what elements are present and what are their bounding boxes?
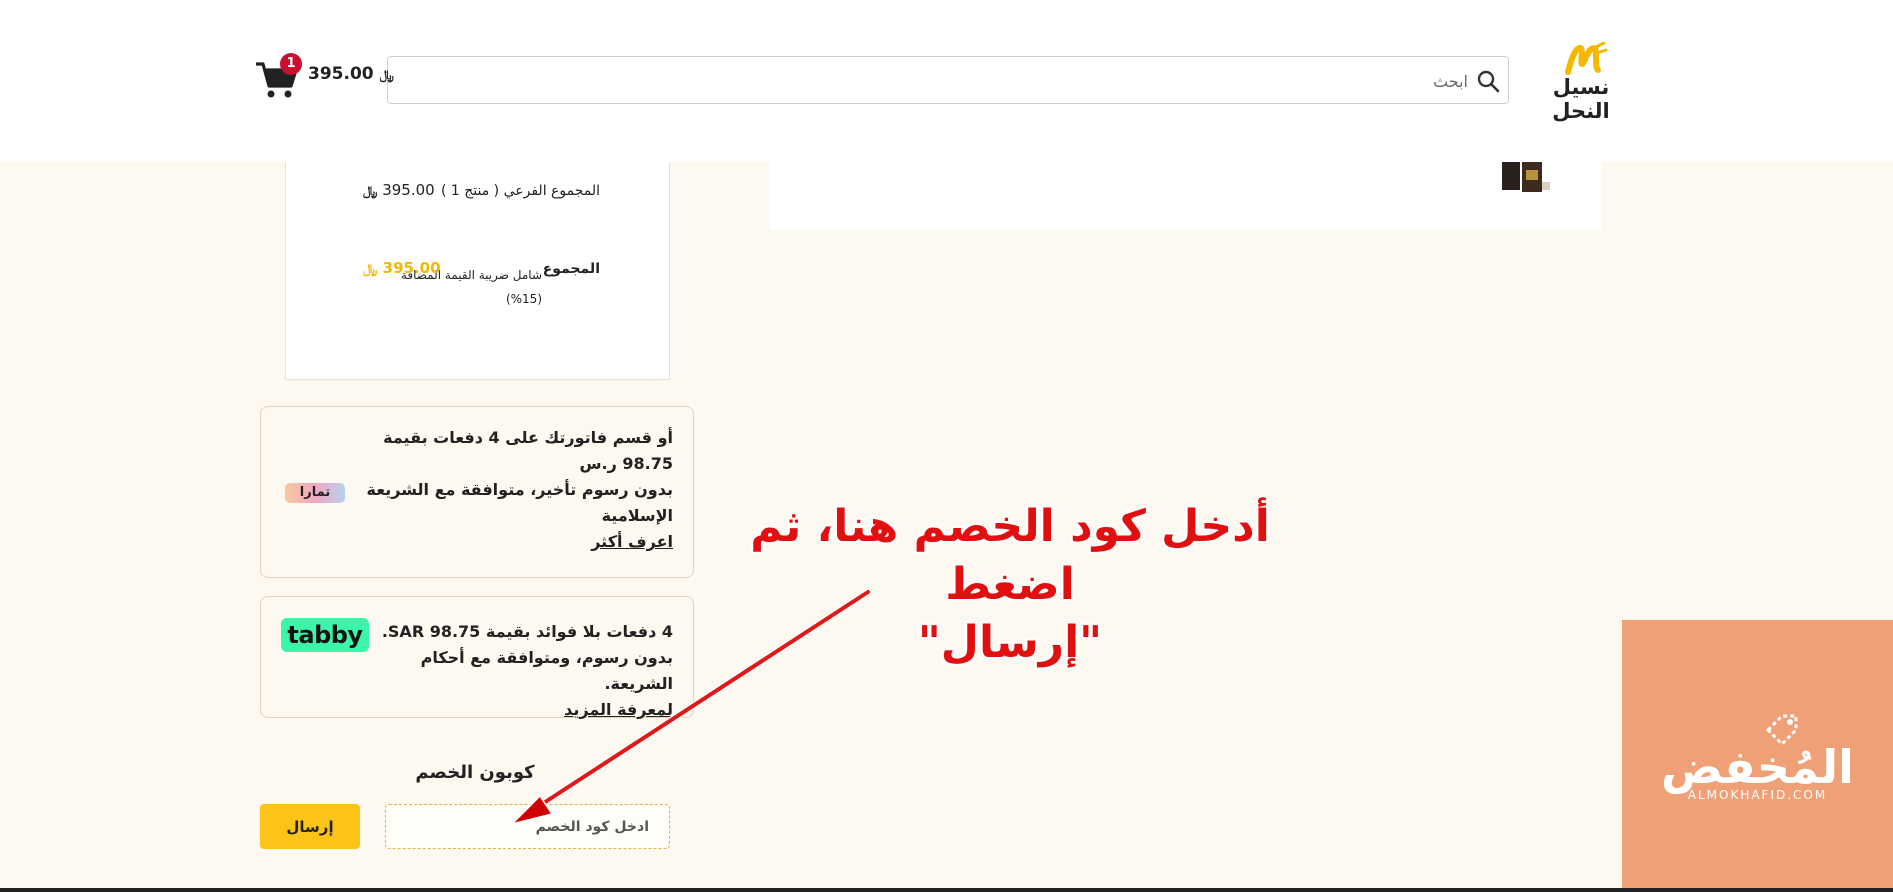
tamara-text: أو قسم فاتورتك على 4 دفعات بقيمة 98.75 ر… (353, 425, 673, 555)
tamara-logo: تمارا (285, 483, 345, 503)
logo-mark-icon (1565, 42, 1608, 75)
subtotal-value: 395.00 ﷼ (363, 181, 435, 199)
tamara-line3: بدون رسوم تأخير، متوافقة مع الشريعة (366, 480, 673, 499)
watermark-text: المُخفض (1661, 740, 1854, 794)
search-icon[interactable] (1476, 69, 1500, 93)
tabby-text: 4 دفعات بلا فوائد بقيمة SAR 98.75. بدون … (373, 619, 673, 723)
coupon-input[interactable] (386, 805, 669, 848)
annotation-line1: أدخل كود الخصم هنا، ثم اضغط (750, 501, 1270, 610)
tamara-line2: 98.75 ر.س (579, 454, 673, 473)
riyal-icon: ﷼ (379, 68, 394, 83)
search-input[interactable] (406, 65, 1470, 97)
product-thumbnail[interactable] (1486, 162, 1558, 192)
bottom-divider (0, 888, 1893, 892)
annotation-line2: "إرسال" (917, 617, 1103, 668)
total-label: المجموع (542, 261, 600, 277)
order-summary: المجموع الفرعي ( منتج 1 ) 395.00 ﷼ المجم… (285, 162, 670, 380)
product-card (770, 162, 1602, 230)
tabby-logo: tabby (281, 618, 369, 652)
coupon-title: كوبون الخصم (415, 762, 535, 783)
tamara-line1: أو قسم فاتورتك على 4 دفعات بقيمة (383, 428, 673, 447)
tamara-line4: الإسلامية (601, 506, 673, 525)
site-logo[interactable]: نسيل النحل (1526, 42, 1636, 123)
tabby-learn-more-link[interactable]: لمعرفة المزيد (373, 697, 673, 723)
subtotal-label: المجموع الفرعي ( منتج 1 ) (440, 183, 600, 199)
site-watermark: المُخفض ALMOKHAFID.COM (1622, 620, 1893, 892)
cart-count-badge: 1 (280, 53, 302, 75)
tamara-learn-more-link[interactable]: اعرف أكثر (353, 529, 673, 555)
total-value: 395.00 ﷼ (363, 259, 441, 277)
coupon-submit-button[interactable]: إرسال (260, 804, 360, 849)
coupon-field[interactable] (385, 804, 670, 849)
instruction-annotation: أدخل كود الخصم هنا، ثم اضغط "إرسال" (700, 498, 1320, 672)
tabby-box: 4 دفعات بلا فوائد بقيمة SAR 98.75. بدون … (260, 596, 694, 719)
riyal-icon: ﷼ (363, 262, 378, 277)
cart-total-value: 395.00 (308, 64, 374, 84)
cart-total: ﷼ 395.00 (308, 64, 394, 84)
tabby-line2: بدون رسوم، ومتوافقة مع أحكام الشريعة. (420, 648, 673, 693)
tabby-line1: 4 دفعات بلا فوائد بقيمة SAR 98.75. (381, 622, 673, 641)
tamara-box: أو قسم فاتورتك على 4 دفعات بقيمة 98.75 ر… (260, 406, 694, 578)
logo-text: نسيل النحل (1552, 75, 1610, 123)
search-bar[interactable] (387, 56, 1509, 104)
site-header: نسيل النحل ﷼ 395.00 1 (0, 0, 1893, 162)
riyal-icon: ﷼ (363, 184, 378, 199)
watermark-sub: ALMOKHAFID.COM (1687, 788, 1828, 802)
